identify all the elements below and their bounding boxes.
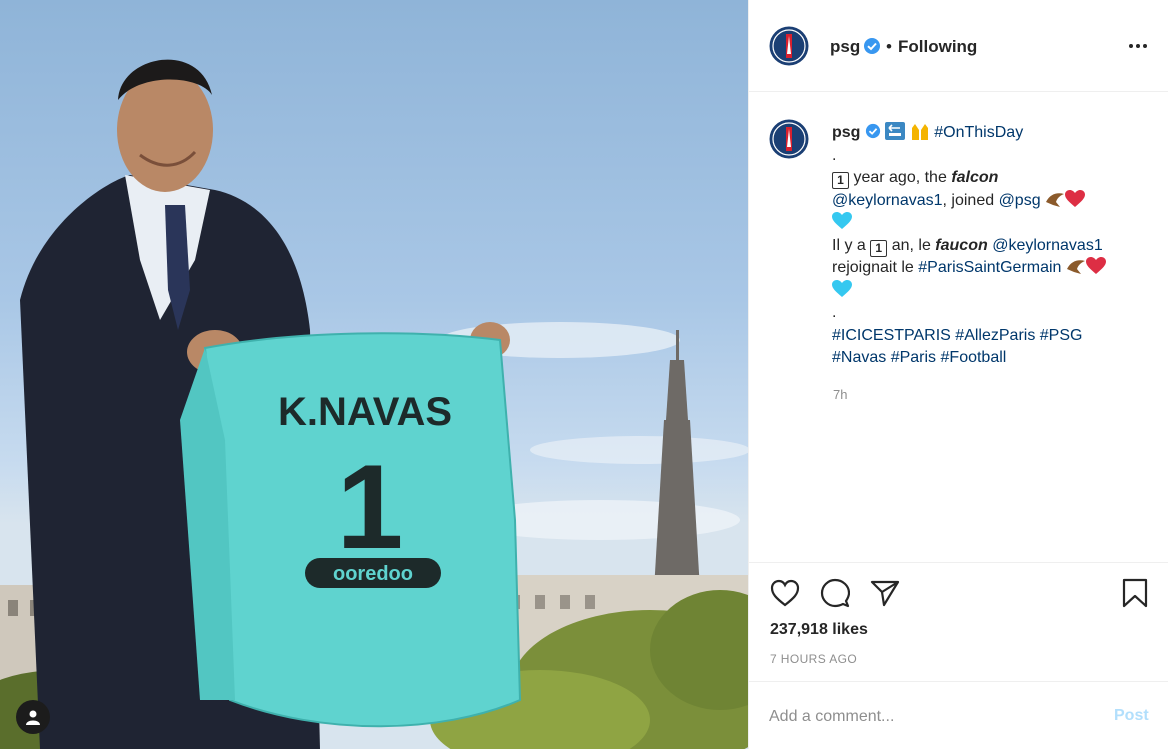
red-heart-icon: [1085, 257, 1106, 274]
psg-logo-icon: [769, 119, 809, 159]
caption-timestamp[interactable]: 7h: [833, 387, 847, 402]
post-details-panel: psg • Following psg #OnThisDay . 1 year …: [748, 0, 1168, 749]
caption-avatar[interactable]: [769, 119, 809, 159]
comments-section: psg #OnThisDay . 1 year ago, the falcon …: [749, 93, 1168, 562]
share-button[interactable]: [869, 577, 901, 609]
eagle-emoji-icon: [1046, 192, 1065, 207]
blue-heart-icon: [832, 212, 852, 229]
comment-button[interactable]: [819, 577, 851, 609]
post-username[interactable]: psg: [830, 37, 860, 57]
add-comment-bar: Post: [749, 681, 1168, 749]
heart-icon: [770, 579, 800, 607]
psg-logo-icon: [769, 26, 809, 66]
user-tag-button[interactable]: [16, 700, 50, 734]
caption-dot: .: [832, 304, 837, 321]
photo-scene: K.NAVAS 1 ooredoo: [0, 59, 748, 749]
caption-text: year ago, the: [853, 169, 947, 186]
post-photo[interactable]: K.NAVAS 1 ooredoo: [0, 0, 748, 749]
post-comment-button[interactable]: Post: [1114, 707, 1149, 725]
bookmark-icon: [1122, 578, 1148, 608]
jersey-number-text: 1: [337, 440, 404, 574]
post-actions: 237,918 likes 7 HOURS AGO: [749, 562, 1168, 680]
save-button[interactable]: [1119, 577, 1151, 609]
caption-dot: .: [832, 146, 837, 164]
following-button[interactable]: Following: [898, 37, 977, 57]
hashtag-link[interactable]: #AllezParis: [955, 327, 1035, 344]
back-arrow-emoji-icon: [885, 122, 906, 140]
like-button[interactable]: [769, 577, 801, 609]
verified-badge-icon: [865, 123, 881, 139]
post-time-ago[interactable]: 7 HOURS AGO: [770, 652, 857, 666]
likes-count[interactable]: 237,918 likes: [770, 621, 868, 639]
mention-link[interactable]: @keylornavas1: [832, 192, 943, 209]
hashtag-link[interactable]: #PSG: [1040, 327, 1083, 344]
caption-text: , joined: [942, 191, 995, 209]
caption-bold-word: faucon: [935, 236, 988, 254]
mention-link[interactable]: @psg: [999, 192, 1041, 209]
hashtag-link[interactable]: #ParisSaintGermain: [918, 259, 1061, 276]
caption-bold-word: falcon: [951, 169, 999, 186]
person-icon: [26, 710, 40, 725]
caption-text: an, le: [891, 236, 931, 254]
jersey-name-text: K.NAVAS: [278, 390, 452, 434]
keycap-one: 1: [870, 239, 888, 257]
avatar[interactable]: [769, 26, 809, 66]
hashtag-link[interactable]: #OnThisDay: [934, 124, 1023, 141]
eagle-emoji-icon: [1066, 260, 1085, 274]
hashtag-link[interactable]: #Navas: [832, 349, 886, 366]
comment-input[interactable]: [769, 702, 1089, 732]
hashtag-link[interactable]: #Football: [941, 349, 1007, 366]
caption-text: Il y a: [832, 236, 866, 254]
send-icon: [870, 580, 900, 607]
verified-badge-icon: [864, 38, 880, 54]
separator-dot: •: [886, 37, 892, 56]
blue-heart-icon: [832, 279, 852, 297]
raised-hands-emoji-icon: [911, 124, 928, 140]
hashtag-link[interactable]: #ICICESTPARIS: [832, 327, 951, 344]
post-header: psg • Following: [749, 0, 1168, 92]
keycap-one: 1: [832, 172, 849, 189]
caption-username[interactable]: psg: [832, 124, 860, 141]
more-icon: [1129, 44, 1147, 48]
caption-text: rejoignait le: [832, 259, 914, 276]
jersey-sponsor-text: ooredoo: [333, 563, 413, 585]
comment-icon: [820, 578, 850, 608]
mention-link[interactable]: @keylornavas1: [992, 237, 1103, 254]
hashtag-link[interactable]: #Paris: [891, 349, 936, 366]
post-caption: psg #OnThisDay . 1 year ago, the falcon …: [832, 122, 1152, 370]
more-options-button[interactable]: [1127, 36, 1149, 56]
red-heart-icon: [1065, 189, 1086, 207]
